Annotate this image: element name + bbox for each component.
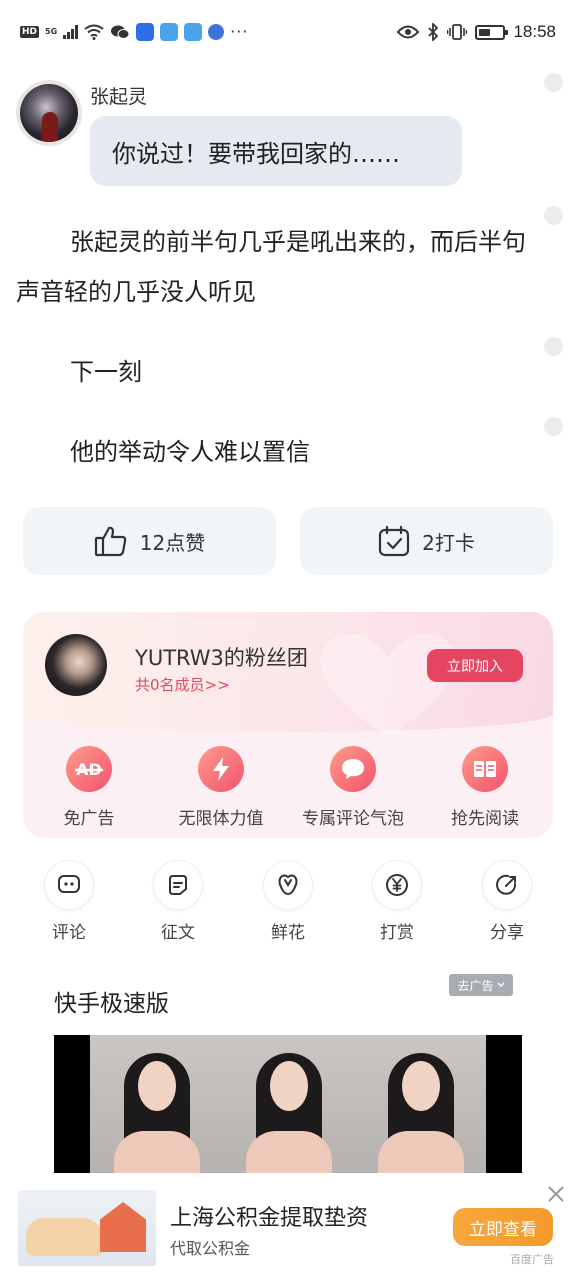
share-icon — [482, 860, 532, 910]
more-notifications-icon: ··· — [230, 22, 249, 41]
comment-tool-button[interactable]: 评论 — [14, 860, 124, 943]
heart-decoration-icon — [320, 633, 456, 737]
speaker-name: 张起灵 — [90, 86, 148, 108]
close-icon[interactable] — [546, 1184, 566, 1204]
share-tool-button[interactable]: 分享 — [452, 860, 562, 943]
perk-label: 免广告 — [63, 809, 115, 829]
chevron-down-icon — [497, 982, 504, 987]
document-icon — [153, 860, 203, 910]
paragraph-comment-dot[interactable] — [544, 73, 563, 92]
perk-label: 无限体力值 — [178, 809, 264, 829]
status-bar: HD 5G ··· 18:58 — [0, 0, 576, 62]
like-button[interactable]: 12点赞 — [23, 507, 276, 575]
banner-ad-cta-button[interactable]: 立即查看 — [453, 1208, 553, 1246]
perk-no-ads[interactable]: AD 免广告 — [24, 746, 154, 829]
bottom-banner-ad[interactable]: 上海公积金提取垫资 代取公积金 立即查看 百度广告 — [0, 1180, 576, 1280]
paragraph-comment-dot[interactable] — [544, 417, 563, 436]
tool-label: 评论 — [52, 923, 86, 943]
lightning-icon — [198, 746, 244, 792]
ad-source-tag: 百度广告 — [510, 1253, 554, 1266]
story-paragraph: 下一刻 — [70, 358, 142, 386]
wechat-icon — [111, 25, 130, 39]
chat-bubble-icon — [330, 746, 376, 792]
browser-notification-icon — [184, 23, 203, 41]
reward-tool-button[interactable]: 打赏 — [342, 860, 452, 943]
like-count: 12点赞 — [139, 530, 206, 555]
tool-label: 分享 — [490, 923, 524, 943]
fan-club-card: YUTRW3的粉丝团 共0名成员>> 立即加入 AD 免广告 无限体力值 专属评… — [23, 612, 553, 838]
book-icon — [462, 746, 508, 792]
status-bar-left: HD 5G ··· — [20, 20, 248, 44]
remove-ad-button[interactable]: 去广告 — [449, 974, 513, 996]
story-paragraph: 张起灵的前半句几乎是吼出来的，而后半句声音轻的几乎没人听见 — [16, 228, 526, 306]
hd-indicator: HD — [20, 26, 40, 38]
tool-label: 打赏 — [380, 923, 414, 943]
bluetooth-icon — [428, 23, 439, 41]
tool-label: 征文 — [161, 923, 195, 943]
tool-label: 鲜花 — [271, 923, 305, 943]
banner-ad-image — [18, 1190, 156, 1266]
essay-contest-tool-button[interactable]: 征文 — [123, 860, 233, 943]
perk-label: 抢先阅读 — [451, 809, 519, 829]
feed-ad-video[interactable] — [54, 1035, 522, 1173]
flower-icon — [263, 860, 313, 910]
story-paragraph: 他的举动令人难以置信 — [70, 438, 310, 466]
remove-ad-label: 去广告 — [457, 978, 494, 993]
message-bubble: 你说过！要带我回家的…… — [90, 116, 462, 186]
eye-icon — [397, 25, 420, 39]
signal-icon — [63, 25, 79, 39]
perk-label: 专属评论气泡 — [302, 809, 404, 829]
browser-notification-icon — [160, 23, 179, 41]
video-frame — [354, 1035, 486, 1173]
calendar-check-icon — [379, 525, 410, 557]
checkin-button[interactable]: 2打卡 — [300, 507, 553, 575]
checkin-count: 2打卡 — [422, 530, 475, 555]
banner-ad-title: 上海公积金提取垫资 — [170, 1206, 369, 1231]
network-type: 5G — [45, 27, 58, 36]
banner-ad-subtitle: 代取公积金 — [170, 1239, 251, 1258]
join-fan-club-button[interactable]: 立即加入 — [427, 649, 523, 682]
speaker-avatar[interactable] — [16, 80, 82, 146]
thumbs-up-icon — [94, 526, 127, 557]
clock: 18:58 — [513, 22, 556, 41]
speaker-avatar-image — [20, 84, 78, 142]
status-bar-right: 18:58 — [397, 20, 556, 44]
fan-club-title[interactable]: YUTRW3的粉丝团 — [135, 642, 308, 672]
fan-club-avatar[interactable] — [45, 634, 107, 696]
comment-icon — [44, 860, 94, 910]
perk-unlimited-stamina[interactable]: 无限体力值 — [156, 746, 286, 829]
wifi-icon — [84, 24, 104, 40]
feed-ad-title[interactable]: 快手极速版 — [54, 984, 169, 1018]
paragraph-comment-dot[interactable] — [544, 206, 563, 225]
paragraph-comment-dot[interactable] — [544, 337, 563, 356]
app-notification-icon — [136, 23, 155, 41]
no-ads-icon: AD — [66, 746, 112, 792]
video-frame — [222, 1035, 354, 1173]
flower-tool-button[interactable]: 鲜花 — [233, 860, 343, 943]
video-frame — [90, 1035, 222, 1173]
vibrate-icon — [447, 24, 468, 40]
perk-comment-bubble[interactable]: 专属评论气泡 — [288, 746, 418, 829]
yuan-coin-icon — [372, 860, 422, 910]
perk-early-reading[interactable]: 抢先阅读 — [420, 746, 550, 829]
globe-notification-icon — [208, 24, 225, 40]
battery-icon — [475, 24, 509, 40]
fan-club-members-link[interactable]: 共0名成员>> — [135, 674, 230, 695]
